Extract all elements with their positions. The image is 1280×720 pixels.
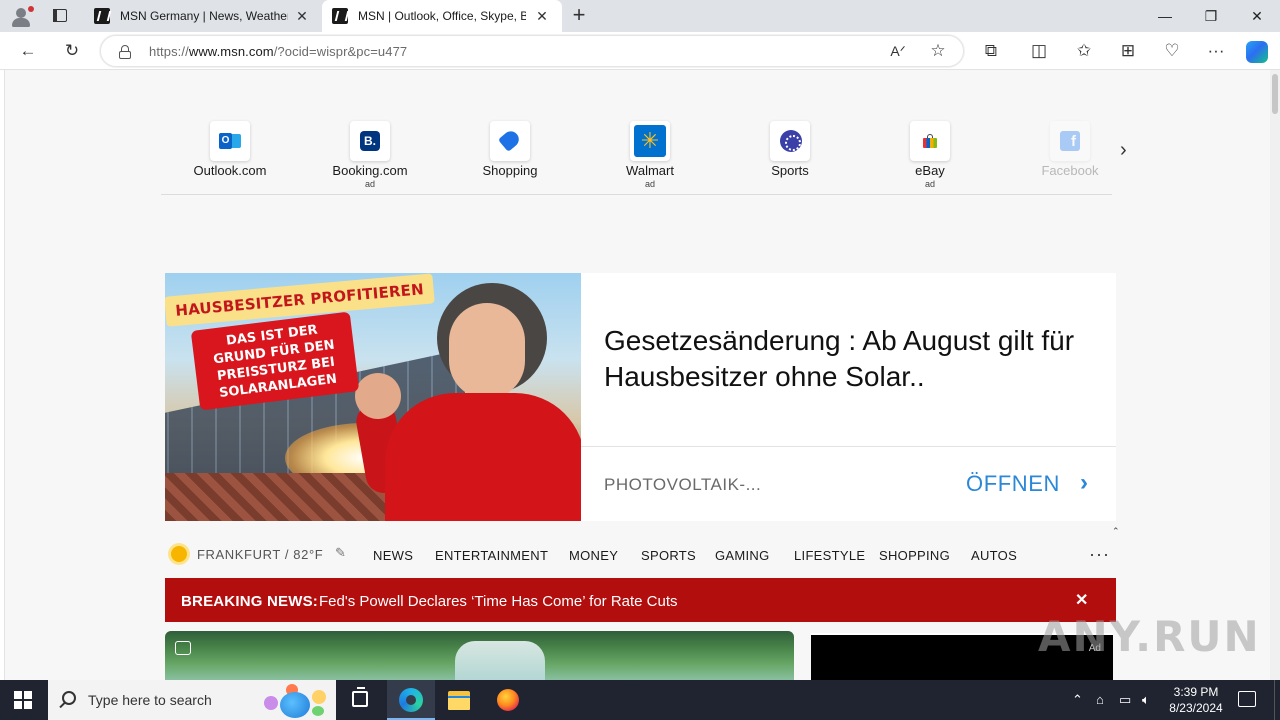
anyrun-watermark: ANY.RUN (1038, 612, 1261, 661)
back-button[interactable]: ← (17, 40, 39, 62)
tab-actions-icon[interactable] (48, 6, 72, 26)
facebook-icon: f (1060, 131, 1080, 151)
task-view-button[interactable] (336, 680, 384, 720)
ad-choices-icon[interactable]: ⌃ (1112, 526, 1120, 537)
tab-title: MSN Germany | News, Weather, (120, 9, 288, 23)
hero-news-card[interactable] (165, 631, 794, 680)
windows-taskbar: Type here to search ⌃ ⌂ ▭ 🔈︎ 3:39 PM 8/2… (0, 680, 1280, 720)
taskbar-clock[interactable]: 3:39 PM 8/23/2024 (1162, 684, 1230, 716)
favorite-star-icon[interactable]: ☆ (927, 40, 949, 62)
nav-gaming[interactable]: GAMING (715, 548, 770, 563)
firefox-icon (497, 689, 519, 711)
ad-divider (581, 446, 1116, 447)
tab-strip: MSN Germany | News, Weather, ✕ MSN | Out… (0, 0, 1280, 32)
address-bar[interactable]: https://www.msn.com/?ocid=wispr&pc=u477 … (100, 35, 964, 67)
pencil-icon[interactable]: ✎ (335, 546, 349, 560)
browser-essentials-icon[interactable]: ♡ (1161, 40, 1183, 62)
edge-icon (399, 688, 423, 712)
taskbar-search[interactable]: Type here to search (48, 680, 336, 720)
split-screen-icon[interactable]: ◫ (1028, 40, 1050, 62)
refresh-button[interactable]: ↻ (61, 40, 83, 62)
tab-close-icon[interactable]: ✕ (294, 8, 310, 24)
nav-lifestyle[interactable]: LIFESTYLE (794, 548, 865, 563)
close-window-button[interactable]: ✕ (1234, 0, 1280, 32)
tab-msn-active[interactable]: MSN | Outlook, Office, Skype, Bi ✕ (322, 0, 562, 32)
booking-icon: B. (360, 131, 380, 151)
nav-entertainment[interactable]: ENTERTAINMENT (435, 548, 548, 563)
ebay-icon (923, 134, 937, 148)
lock-icon[interactable] (119, 45, 131, 59)
category-nav: FRANKFURT / 82°F ✎ NEWS ENTERTAINMENT MO… (165, 540, 1116, 570)
tray-device-icon[interactable]: ⌂ (1096, 692, 1104, 707)
new-tab-button[interactable]: + (568, 4, 590, 27)
sports-icon (780, 130, 802, 152)
folder-icon (448, 691, 470, 710)
settings-more-icon[interactable]: ··· (1205, 40, 1227, 62)
msn-favicon-icon (94, 8, 110, 24)
show-desktop-button[interactable] (1274, 680, 1280, 720)
tab-msn-germany[interactable]: MSN Germany | News, Weather, ✕ (84, 0, 322, 32)
url-text[interactable]: https://www.msn.com/?ocid=wispr&pc=u477 (149, 44, 407, 59)
windows-start-icon[interactable] (14, 691, 32, 709)
breaking-close-icon[interactable]: ✕ (1075, 590, 1088, 610)
nav-more-icon[interactable]: ··· (1089, 544, 1110, 565)
shopping-tag-icon (497, 128, 523, 152)
nav-news[interactable]: NEWS (373, 548, 413, 563)
search-highlight-icon (262, 684, 332, 718)
sun-icon[interactable] (171, 546, 187, 562)
outlook-icon: O (219, 131, 241, 151)
ad-source: PHOTOVOLTAIK-... (604, 475, 762, 494)
breaking-news-banner[interactable]: BREAKING NEWS: Fed's Powell Declares ‘Ti… (165, 578, 1116, 622)
extensions-icon[interactable]: ⧉ (980, 40, 1002, 62)
nav-money[interactable]: MONEY (569, 548, 618, 563)
ad-banner[interactable]: HAUSBESITZER PROFITIEREN DAS IST DER GRU… (165, 273, 1116, 521)
page-scrollbar[interactable] (1270, 70, 1280, 680)
chevron-right-icon[interactable]: › (1080, 469, 1088, 497)
profile-icon[interactable] (8, 4, 34, 28)
ad-image[interactable]: HAUSBESITZER PROFITIEREN DAS IST DER GRU… (165, 273, 581, 521)
copilot-icon[interactable] (1246, 41, 1268, 63)
nav-autos[interactable]: AUTOS (971, 548, 1017, 563)
walmart-icon: ✳ (640, 128, 660, 153)
msn-favicon-icon (332, 8, 348, 24)
ad-open-button[interactable]: ÖFFNEN (966, 471, 1060, 497)
browser-toolbar: ← ↻ https://www.msn.com/?ocid=wispr&pc=u… (0, 32, 1280, 70)
gallery-icon (175, 641, 191, 655)
quick-links: O Outlook.com B. Booking.com ad Shopping… (161, 115, 1112, 195)
tab-close-icon[interactable]: ✕ (534, 8, 550, 24)
taskbar-search-placeholder[interactable]: Type here to search (88, 692, 212, 708)
taskbar-edge[interactable] (387, 680, 435, 720)
nav-shopping[interactable]: SHOPPING (879, 548, 950, 563)
quicklinks-next-chevron-icon[interactable]: › (1120, 140, 1136, 160)
network-icon[interactable]: ▭ (1119, 692, 1131, 708)
tab-title: MSN | Outlook, Office, Skype, Bi (358, 9, 526, 23)
search-icon (62, 691, 76, 705)
taskbar-file-explorer[interactable] (435, 680, 483, 720)
collections-icon[interactable]: ⊞ (1117, 40, 1139, 62)
ad-headline[interactable]: Gesetzesänderung : Ab August gilt für Ha… (604, 323, 1094, 395)
restore-button[interactable]: ❐ (1188, 0, 1234, 32)
clock-date: 8/23/2024 (1169, 701, 1223, 715)
minimize-button[interactable]: — (1142, 0, 1188, 32)
task-view-icon (352, 687, 368, 707)
read-aloud-icon[interactable]: Aᐟ (887, 40, 909, 62)
volume-icon[interactable]: 🔈︎ (1142, 692, 1150, 708)
breaking-news-headline[interactable]: Fed's Powell Declares ‘Time Has Come’ fo… (319, 593, 678, 610)
tray-chevron-icon[interactable]: ⌃ (1072, 692, 1083, 708)
clock-time: 3:39 PM (1173, 685, 1219, 699)
nav-sports[interactable]: SPORTS (641, 548, 696, 563)
breaking-news-label: BREAKING NEWS: (181, 593, 318, 610)
weather-location[interactable]: FRANKFURT / 82°F (197, 547, 323, 562)
favorites-icon[interactable]: ✩ (1073, 40, 1095, 62)
taskbar-firefox[interactable] (484, 680, 532, 720)
notification-icon[interactable] (1238, 691, 1256, 707)
